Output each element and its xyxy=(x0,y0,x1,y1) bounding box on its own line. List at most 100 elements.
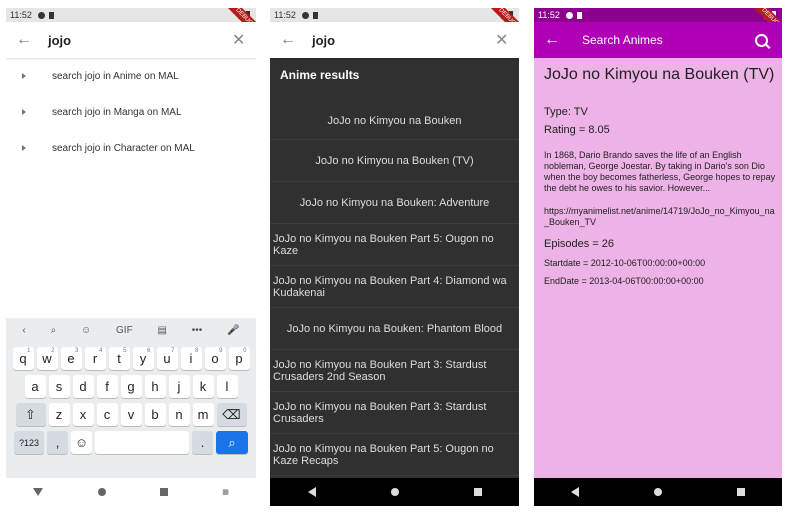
key-h[interactable]: h xyxy=(144,375,166,398)
gif-button[interactable]: GIF xyxy=(116,325,133,336)
period-key[interactable]: . xyxy=(192,431,213,454)
suggestion-manga[interactable]: search jojo in Manga on MAL xyxy=(6,94,256,130)
suggestion-character[interactable]: search jojo in Character on MAL xyxy=(6,130,256,166)
key-m[interactable]: m xyxy=(192,403,214,426)
result-item[interactable]: JoJo no Kimyou na Bouken Part 5: Ougon n… xyxy=(270,224,519,266)
key-r[interactable]: r4 xyxy=(84,347,106,370)
results-list: JoJo no Kimyou na Bouken JoJo no Kimyou n… xyxy=(270,102,519,476)
key-p[interactable]: p0 xyxy=(228,347,250,370)
key-label: y xyxy=(139,351,147,366)
results-heading: Anime results xyxy=(280,68,360,82)
back-arrow-icon[interactable]: ← xyxy=(280,31,298,49)
result-item[interactable]: JoJo no Kimyou na Bouken Part 5: Ougon n… xyxy=(270,434,519,476)
key-b[interactable]: b xyxy=(144,403,166,426)
key-j[interactable]: j xyxy=(168,375,190,398)
key-x[interactable]: x xyxy=(72,403,94,426)
nav-home-icon[interactable] xyxy=(653,488,662,496)
sticker-icon[interactable]: ☺ xyxy=(81,325,91,336)
key-i[interactable]: i8 xyxy=(180,347,202,370)
nav-collapse-icon[interactable] xyxy=(33,488,44,496)
result-item[interactable]: JoJo no Kimyou na Bouken: Phantom Blood xyxy=(270,308,519,350)
key-l[interactable]: l xyxy=(216,375,238,398)
symbols-key[interactable]: ?123 xyxy=(14,431,44,454)
keyboard-row-2: asdfghjkl xyxy=(6,375,256,398)
status-time: 11:52 xyxy=(10,10,32,20)
key-q[interactable]: q1 xyxy=(12,347,34,370)
key-hint: 4 xyxy=(99,348,103,354)
key-label: t xyxy=(117,351,121,366)
keyboard-collapse-icon[interactable]: ‹ xyxy=(22,325,25,336)
key-o[interactable]: o9 xyxy=(204,347,226,370)
mic-icon[interactable]: 🎤 xyxy=(227,325,239,336)
result-item[interactable]: JoJo no Kimyou na Bouken Part 4: Diamond… xyxy=(270,266,519,308)
key-c[interactable]: c xyxy=(96,403,118,426)
nav-home-icon[interactable] xyxy=(97,488,106,496)
phone-detail-screen: 11:52 DEBUG ← Search Animes JoJo no Kimy… xyxy=(534,8,782,506)
key-g[interactable]: g xyxy=(120,375,142,398)
notification-icon xyxy=(565,11,573,19)
nav-recents-icon[interactable] xyxy=(473,488,482,496)
key-label: o xyxy=(211,351,219,366)
sd-card-icon xyxy=(48,11,54,19)
status-bar: 11:52 DEBUG xyxy=(6,8,256,39)
anime-type: Type: TV xyxy=(544,106,588,118)
key-a[interactable]: a xyxy=(24,375,46,398)
backspace-key[interactable]: ⌫ xyxy=(216,403,247,426)
keyboard-row-3: ⇧ zxcvbnm ⌫ xyxy=(6,403,256,426)
key-t[interactable]: t5 xyxy=(108,347,130,370)
key-hint: 3 xyxy=(75,348,79,354)
key-s[interactable]: s xyxy=(48,375,70,398)
result-item[interactable]: JoJo no Kimyou na Bouken Part 3: Stardus… xyxy=(270,392,519,434)
notification-icon xyxy=(37,11,45,19)
anime-url[interactable]: https://myanimelist.net/anime/14719/JoJo… xyxy=(544,206,776,228)
space-key[interactable] xyxy=(95,431,189,454)
arrow-right-icon xyxy=(22,73,26,79)
back-arrow-icon[interactable]: ← xyxy=(544,31,562,49)
nav-recents-icon[interactable] xyxy=(159,488,168,496)
nav-back-icon[interactable] xyxy=(307,487,316,497)
keyboard-row-1: q1w2e3r4t5y6u7i8o9p0 xyxy=(6,347,256,370)
result-item[interactable]: JoJo no Kimyou na Bouken xyxy=(270,102,519,140)
nav-bar xyxy=(534,478,782,506)
clipboard-icon[interactable]: ▤ xyxy=(158,325,167,336)
key-e[interactable]: e3 xyxy=(60,347,82,370)
anime-startdate: Startdate = 2012-10-06T00:00:00+00:00 xyxy=(544,258,706,268)
search-action-key[interactable]: ⌕ xyxy=(216,431,248,454)
key-k[interactable]: k xyxy=(192,375,214,398)
shift-key[interactable]: ⇧ xyxy=(15,403,46,426)
search-input[interactable]: jojo xyxy=(312,33,495,48)
nav-recents-icon[interactable] xyxy=(736,488,745,496)
nav-back-icon[interactable] xyxy=(571,487,580,497)
nav-home-icon[interactable] xyxy=(390,488,399,496)
clear-icon[interactable]: ✕ xyxy=(232,30,248,50)
keyboard-search-icon[interactable]: ⌕ xyxy=(51,325,57,336)
key-y[interactable]: y6 xyxy=(132,347,154,370)
back-arrow-icon[interactable]: ← xyxy=(16,31,34,49)
suggestion-anime[interactable]: search jojo in Anime on MAL xyxy=(6,58,256,94)
more-icon[interactable]: ••• xyxy=(192,325,203,336)
result-item[interactable]: JoJo no Kimyou na Bouken (TV) xyxy=(270,140,519,182)
search-input[interactable]: jojo xyxy=(48,33,232,48)
keyboard-switch-icon[interactable]: ▦ xyxy=(222,488,229,496)
sd-card-icon xyxy=(312,11,318,19)
anime-enddate: EndDate = 2013-04-06T00:00:00+00:00 xyxy=(544,276,704,286)
result-item[interactable]: JoJo no Kimyou na Bouken: Adventure xyxy=(270,182,519,224)
key-u[interactable]: u7 xyxy=(156,347,178,370)
key-label: q xyxy=(19,351,27,366)
clear-icon[interactable]: ✕ xyxy=(495,30,511,50)
key-v[interactable]: v xyxy=(120,403,142,426)
emoji-key[interactable]: ☺ xyxy=(71,431,92,454)
key-hint: 7 xyxy=(171,348,175,354)
comma-key[interactable]: , xyxy=(47,431,68,454)
anime-synopsis: In 1868, Dario Brando saves the life of … xyxy=(544,150,776,193)
search-icon[interactable] xyxy=(755,33,768,47)
key-n[interactable]: n xyxy=(168,403,190,426)
key-label: r xyxy=(92,351,98,366)
arrow-right-icon xyxy=(22,145,26,151)
key-f[interactable]: f xyxy=(96,375,118,398)
key-w[interactable]: w2 xyxy=(36,347,58,370)
result-item[interactable]: JoJo no Kimyou na Bouken Part 3: Stardus… xyxy=(270,350,519,392)
suggestion-list: search jojo in Anime on MAL search jojo … xyxy=(6,58,256,166)
key-z[interactable]: z xyxy=(48,403,70,426)
key-d[interactable]: d xyxy=(72,375,94,398)
